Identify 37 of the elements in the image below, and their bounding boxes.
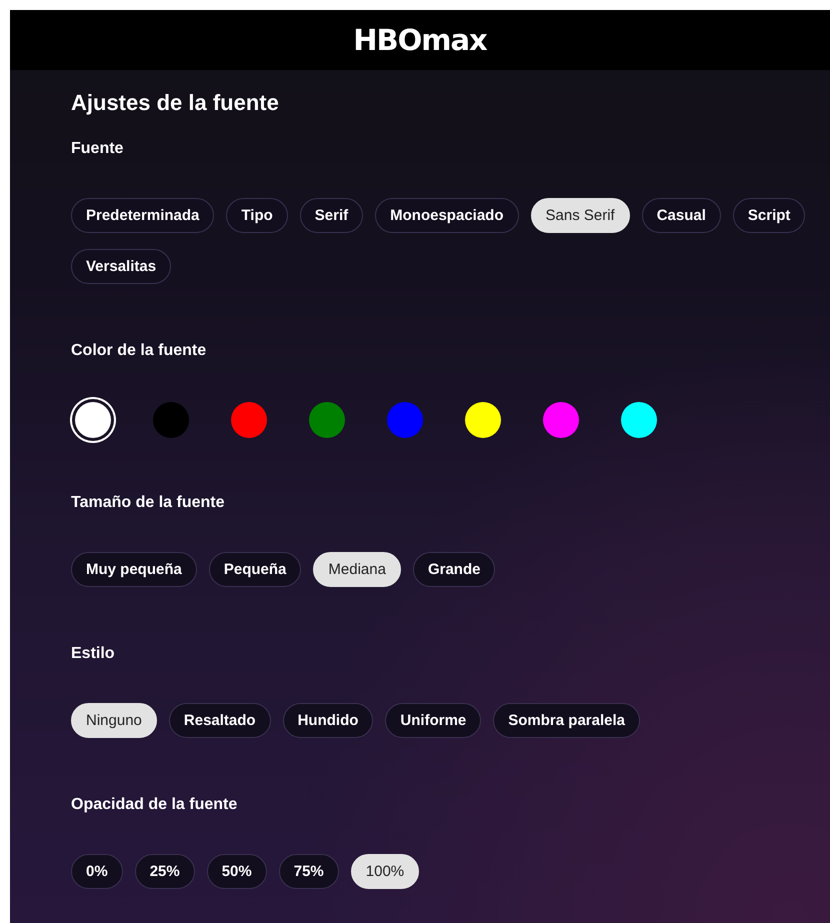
option-chip[interactable]: 50% xyxy=(206,854,267,889)
option-chip[interactable]: Tipo xyxy=(226,198,288,233)
option-chip[interactable]: 75% xyxy=(278,854,339,889)
section-heading: Fuente xyxy=(71,139,124,159)
option-chip[interactable]: Casual xyxy=(642,198,721,233)
option-chip[interactable]: Predeterminada xyxy=(71,198,214,233)
color-swatch[interactable] xyxy=(387,402,423,438)
option-chip[interactable]: 0% xyxy=(71,854,123,889)
color-swatch[interactable] xyxy=(543,402,579,438)
section-heading: Tamaño de la fuente xyxy=(71,493,226,513)
settings-title: Ajustes de la fuente xyxy=(71,89,280,117)
option-chip[interactable]: Monoespaciado xyxy=(375,198,518,233)
color-swatch[interactable] xyxy=(309,402,345,438)
color-swatch[interactable] xyxy=(153,402,189,438)
section-heading: Estilo xyxy=(71,644,116,664)
section-heading: Color de la fuente xyxy=(71,341,208,361)
option-chip[interactable]: Hundido xyxy=(282,703,374,738)
section-heading: Opacidad de la fuente xyxy=(71,795,238,815)
option-chip[interactable]: 25% xyxy=(134,854,195,889)
option-chip[interactable]: Script xyxy=(732,198,806,233)
option-chip[interactable]: 100% xyxy=(350,854,420,889)
option-chip[interactable]: Sans Serif xyxy=(530,198,630,233)
color-swatch[interactable] xyxy=(465,402,501,438)
option-chip[interactable]: Sombra paralela xyxy=(493,703,640,738)
option-chip[interactable]: Resaltado xyxy=(168,703,271,738)
option-chip[interactable]: Grande xyxy=(412,552,496,587)
option-chip[interactable]: Pequeña xyxy=(208,552,302,587)
option-chip[interactable]: Uniforme xyxy=(385,703,482,738)
option-chip[interactable]: Ninguno xyxy=(71,703,157,738)
option-chip[interactable]: Versalitas xyxy=(71,249,172,284)
color-swatch[interactable] xyxy=(75,402,111,438)
color-swatch[interactable] xyxy=(621,402,657,438)
color-swatch[interactable] xyxy=(231,402,267,438)
option-chip[interactable]: Mediana xyxy=(313,552,401,587)
option-chip[interactable]: Serif xyxy=(300,198,364,233)
option-chip[interactable]: Muy pequeña xyxy=(71,552,197,587)
logo: HBOmax xyxy=(353,23,487,57)
